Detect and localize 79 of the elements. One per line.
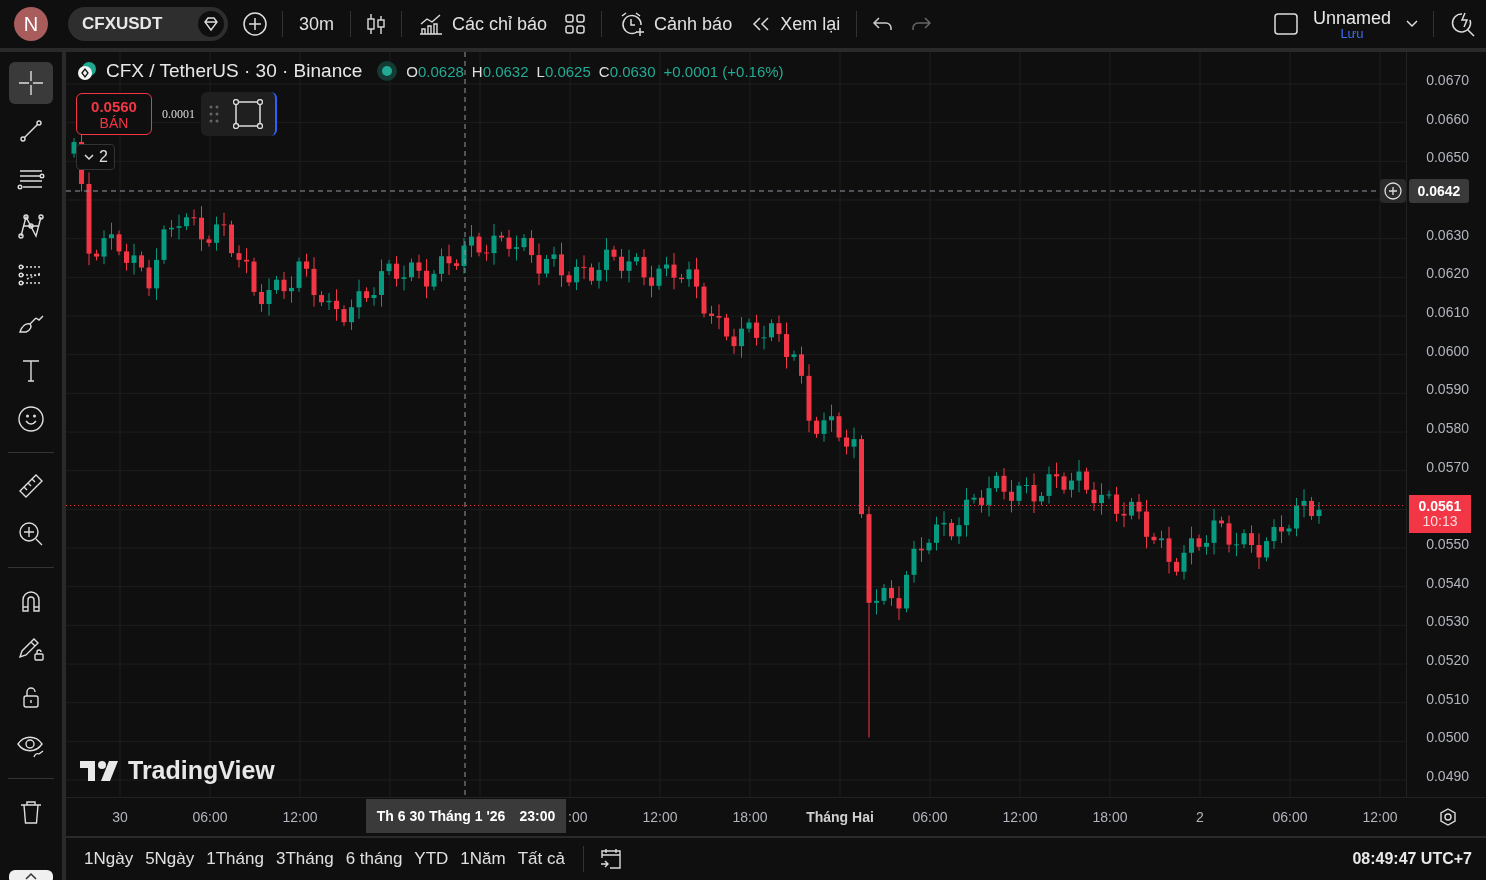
alerts-button[interactable]: Cảnh báo [616, 6, 735, 42]
logo-wordmark: TradingView [128, 756, 275, 785]
indicators-button[interactable]: Các chỉ báo [416, 8, 550, 40]
price-label: 0.0650 [1426, 149, 1469, 166]
ohlc-value: H0.0632 [471, 62, 529, 80]
time-label: 18:00 [732, 809, 768, 825]
emoji-icon [15, 403, 47, 435]
sell-button[interactable]: 0.0560 BÁN [76, 93, 152, 135]
price-label: 0.0530 [1426, 613, 1469, 630]
price-change: +0.0001 (+0.16%) [663, 62, 784, 80]
user-avatar[interactable]: N [14, 7, 48, 41]
price-label: 0.0610 [1426, 304, 1469, 320]
price-label: 0.0620 [1426, 265, 1469, 282]
ohlc-value: L0.0625 [536, 62, 591, 80]
add-symbol-icon[interactable] [242, 11, 268, 37]
time-label: :00 [568, 809, 588, 825]
time-label: 12:00 [642, 809, 678, 825]
time-label: Tháng Hai [806, 809, 874, 825]
symbol-search-button[interactable]: CFXUSDT [68, 7, 228, 41]
spread-value: 0.0001 [162, 106, 195, 122]
layout-name[interactable]: Unnamed [1312, 8, 1391, 27]
price-label: 0.0600 [1426, 342, 1469, 359]
time-label: 12:00 [1002, 809, 1038, 825]
ohlc-value: C0.0630 [598, 62, 656, 80]
rectangle-icon[interactable] [233, 99, 263, 129]
chevron-down-icon[interactable] [1405, 19, 1419, 29]
time-label: 18:00 [1092, 809, 1128, 825]
replay-button[interactable]: Xem lại [748, 9, 843, 39]
drag-handle-icon[interactable] [209, 104, 219, 124]
price-label: 0.0510 [1426, 690, 1469, 707]
price-label: 0.0580 [1426, 420, 1469, 436]
range-button[interactable]: 1Tháng [202, 845, 268, 873]
settings-icon[interactable] [1438, 807, 1458, 827]
crosshair-time: 23:00 [519, 808, 556, 824]
time-label: 12:00 [1362, 809, 1398, 825]
layout-square-icon[interactable] [1272, 12, 1299, 36]
time-label: 06:00 [1272, 809, 1308, 825]
market-open-icon [376, 60, 399, 82]
crosshair-tool-button[interactable] [9, 62, 53, 104]
coin-icon [76, 60, 98, 82]
price-label: 0.0550 [1426, 536, 1469, 553]
price-label: 0.0670 [1426, 72, 1469, 88]
range-button[interactable]: Tất cả [513, 845, 569, 873]
chevron-up-icon[interactable] [9, 870, 53, 880]
symbol-title: CFX / TetherUS · 30 · Binance [106, 60, 363, 82]
time-label: 2 [1196, 809, 1204, 825]
time-label: 06:00 [912, 809, 948, 825]
price-label: 0.0570 [1426, 458, 1469, 475]
price-label: 0.0590 [1426, 381, 1469, 398]
save-link[interactable]: Lưu [1340, 26, 1364, 40]
clock-time: 08:49:47 UTC+7 [1352, 850, 1472, 868]
last-price: 0.0561 [1418, 498, 1462, 514]
range-button[interactable]: 6 tháng [341, 845, 407, 873]
crosshair-date: Th 6 30 Tháng 1 '26 [376, 808, 506, 824]
crosshair-price-label: 0.0642 [1409, 179, 1469, 203]
add-alert-icon[interactable] [1380, 179, 1406, 203]
ohlc-value: O0.0628 [406, 62, 464, 80]
indicators-icon [418, 12, 444, 36]
interval-button[interactable]: 30m [297, 9, 336, 39]
price-label: 0.0630 [1426, 226, 1469, 243]
templates-icon[interactable] [563, 12, 588, 36]
time-label: 30 [112, 809, 128, 825]
indicators-toggle-button[interactable]: 2 [76, 144, 115, 170]
bar-countdown: 10:13 [1422, 514, 1458, 530]
price-label: 0.0660 [1426, 110, 1469, 127]
chevron-down-icon [83, 153, 95, 161]
time-label: 12:00 [282, 809, 318, 825]
logo-icon [80, 760, 118, 781]
range-button[interactable]: 3Tháng [271, 845, 338, 873]
price-label: 0.0490 [1426, 768, 1469, 785]
price-label: 0.0500 [1426, 729, 1469, 746]
time-label: 06:00 [192, 809, 228, 825]
range-button[interactable]: 1Năm [456, 845, 510, 873]
range-button[interactable]: 5Ngày [141, 845, 199, 873]
candles-icon[interactable] [365, 11, 387, 37]
price-label: 0.0520 [1426, 652, 1469, 669]
price-label: 0.0540 [1426, 574, 1469, 591]
range-button[interactable]: YTD [410, 845, 453, 873]
range-button[interactable]: 1Ngày [80, 845, 138, 873]
